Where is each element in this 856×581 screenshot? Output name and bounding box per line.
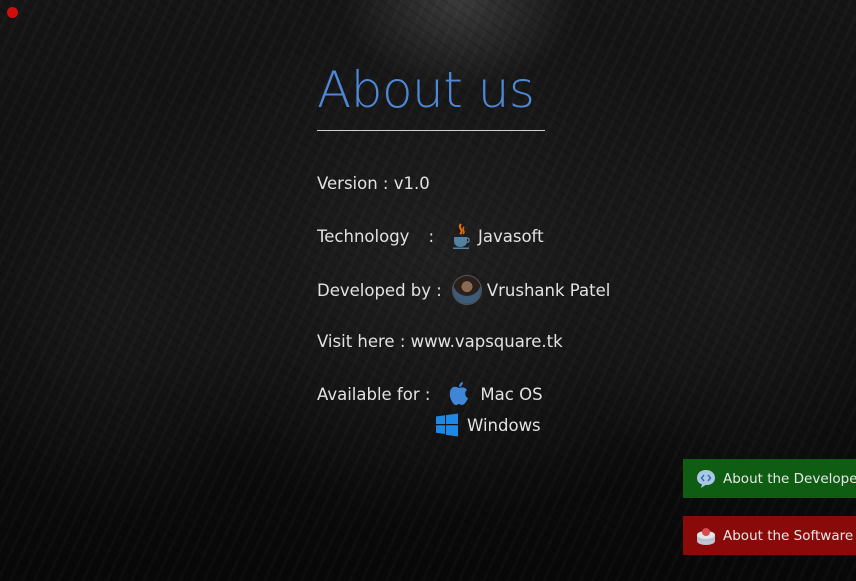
apple-icon bbox=[446, 381, 472, 407]
developed-row: Developed by : Vrushank Patel bbox=[317, 275, 610, 305]
version-row: Version : v1.0 bbox=[317, 174, 430, 193]
technology-colon: : bbox=[428, 226, 434, 246]
windows-icon bbox=[434, 412, 460, 438]
available-mac: Mac OS bbox=[480, 384, 543, 404]
page-title: About us bbox=[317, 61, 535, 119]
available-windows: Windows bbox=[467, 415, 541, 435]
available-row: Available for : Mac OS bbox=[317, 381, 543, 407]
software-box-icon bbox=[695, 525, 717, 547]
about-software-button[interactable]: About the Software bbox=[683, 516, 856, 555]
technology-row: Technology : Javasoft bbox=[317, 223, 544, 249]
close-button[interactable] bbox=[7, 7, 18, 18]
version-text: Version : v1.0 bbox=[317, 174, 430, 193]
developer-avatar bbox=[451, 275, 482, 305]
developed-label: Developed by : bbox=[317, 280, 442, 300]
technology-label: Technology bbox=[317, 226, 410, 246]
code-bubble-icon bbox=[695, 468, 717, 490]
visit-row[interactable]: Visit here : www.vapsquare.tk bbox=[317, 332, 563, 351]
java-icon bbox=[450, 223, 472, 249]
available-windows-row: Windows bbox=[434, 412, 541, 438]
title-underline bbox=[317, 130, 545, 131]
about-developer-label: About the Developer bbox=[723, 470, 856, 487]
technology-value: Javasoft bbox=[478, 226, 544, 246]
visit-link[interactable]: Visit here : www.vapsquare.tk bbox=[317, 332, 563, 351]
about-software-label: About the Software bbox=[723, 527, 854, 544]
available-label: Available for : bbox=[317, 384, 431, 404]
developer-name: Vrushank Patel bbox=[486, 280, 611, 300]
about-developer-button[interactable]: About the Developer bbox=[683, 459, 856, 498]
